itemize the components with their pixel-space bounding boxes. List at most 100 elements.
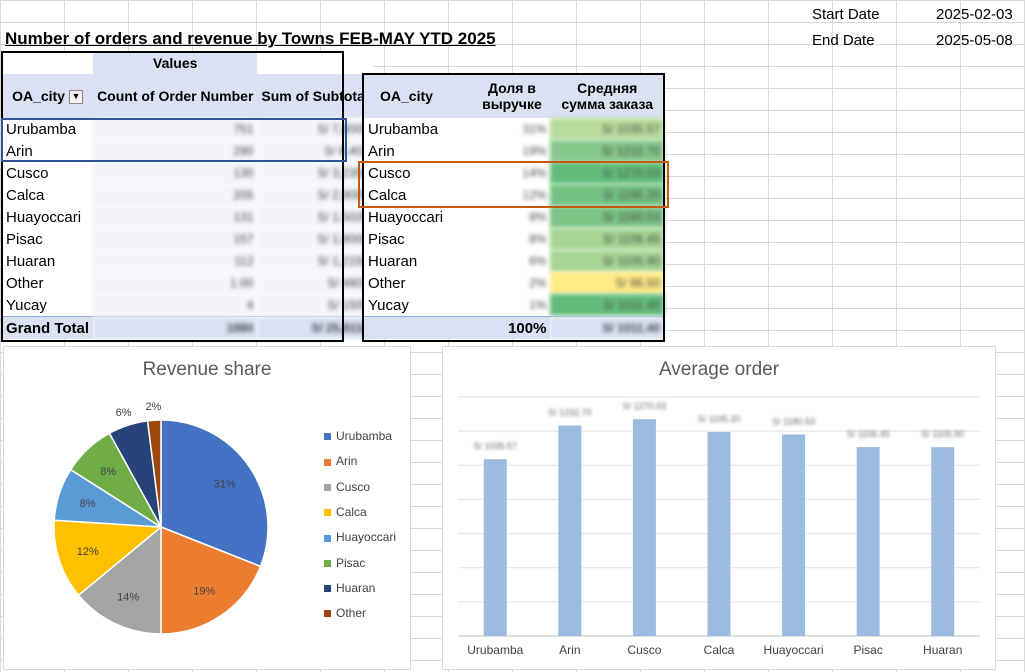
avg-cell[interactable]: S/ 1035.57 [550,118,664,140]
bar-urubamba[interactable] [483,459,507,636]
count-cell[interactable]: 4 [93,294,258,317]
avg-header[interactable]: Средняя сумма заказа [550,74,664,118]
end-date-label[interactable]: End Date [812,30,875,52]
city-cell[interactable]: Huaran [2,250,93,272]
grand-total-share[interactable]: 100% [473,316,551,339]
share-cell[interactable]: 12% [473,184,550,206]
table-row[interactable]: Other 2% S/ 96.50 [364,272,664,294]
legend-item-huaran[interactable]: Huaran [324,581,375,595]
share-cell[interactable]: 31% [473,118,550,140]
average-order-chart[interactable]: Average order S/ 1035.57 Urubamba S/ 1232.… [442,346,996,670]
city-cell[interactable]: Other [364,272,473,294]
start-date-label[interactable]: Start Date [812,4,880,26]
city-cell[interactable]: Yucay [2,294,93,317]
grand-total-label[interactable]: Grand Total [2,316,94,339]
table-row[interactable]: Other 1.00 S/ 4803 [2,272,373,294]
table-row[interactable]: Calca 12% S/ 1195.20 [364,184,664,206]
bar-pisac[interactable] [856,447,880,636]
table-row[interactable]: Huaran 112 S/ 1,2150 [2,250,373,272]
table-row[interactable]: Urubamba 31% S/ 1035.57 [364,118,664,140]
sheet-title[interactable]: Number of orders and revenue by Towns FE… [5,29,496,49]
legend-item-huayoccari[interactable]: Huayoccari [324,530,396,544]
sum-header[interactable]: Sum of Subtotal [257,74,373,118]
table-row[interactable]: Huaran 6% S/ 1105.90 [364,250,664,272]
legend-item-cusco[interactable]: Cusco [324,480,370,494]
table-row[interactable]: Huayoccari 8% S/ 1180.53 [364,206,664,228]
share-cell[interactable]: 2% [473,272,550,294]
table-row[interactable]: Cusco 130 S/ 3,2350 [2,162,373,184]
sum-cell[interactable]: S/ 1,8000 [257,228,373,250]
avg-cell[interactable]: S/ 1270.03 [550,162,664,184]
revenue-share-chart[interactable]: Revenue share 31% 19% 14% 12% 8% 8% 6% 2% Uruba… [3,346,411,670]
count-cell[interactable]: 205 [93,184,258,206]
city-cell[interactable]: Urubamba [2,118,93,140]
count-header[interactable]: Count of Order Number [93,74,258,118]
pivot-table-orders[interactable]: Values OA_city ▼ Count of Order Number Su… [2,52,373,339]
city-cell[interactable]: Huaran [364,250,473,272]
grand-total-count[interactable]: 1880 [93,316,258,339]
revenue-share-table[interactable]: OA_city Доля в выручке Средняя сумма зак… [364,74,664,339]
avg-cell[interactable]: S/ 1232.70 [550,140,664,162]
table-row[interactable]: Arin 19% S/ 1232.70 [364,140,664,162]
avg-cell[interactable]: S/ 1105.90 [550,250,664,272]
city-cell[interactable]: Cusco [364,162,473,184]
city-cell[interactable]: Arin [364,140,473,162]
avg-cell[interactable]: S/ 1180.53 [550,206,664,228]
count-cell[interactable]: 157 [93,228,258,250]
sum-cell[interactable]: S/ 2,9005 [257,184,373,206]
avg-cell[interactable]: S/ 1011.40 [550,294,664,317]
share-cell[interactable]: 6% [473,250,550,272]
count-cell[interactable]: 290 [93,140,258,162]
table-row[interactable]: Pisac 8% S/ 1106.45 [364,228,664,250]
table-row[interactable]: Pisac 157 S/ 1,8000 [2,228,373,250]
city-cell[interactable]: Pisac [364,228,473,250]
bar-cusco[interactable] [632,419,656,636]
legend-item-arin[interactable]: Arin [324,454,357,468]
sum-cell[interactable]: S/ 7,8000 [257,118,373,140]
bar-calca[interactable] [707,431,731,636]
city-cell[interactable]: Huayoccari [364,206,473,228]
city-cell[interactable]: Calca [2,184,93,206]
avg-cell[interactable]: S/ 1106.45 [550,228,664,250]
count-cell[interactable]: 112 [93,250,258,272]
filter-icon[interactable]: ▼ [68,90,83,105]
table-row[interactable]: Arin 290 S/ 6,407 [2,140,373,162]
sum-cell[interactable]: S/ 1500 [257,294,373,317]
table-row[interactable]: Cusco 14% S/ 1270.03 [364,162,664,184]
share-cell[interactable]: 19% [473,140,550,162]
table-row[interactable]: Calca 205 S/ 2,9005 [2,184,373,206]
grand-total-sum[interactable]: S/ 25,8110 [257,316,373,339]
legend-item-urubamba[interactable]: Urubamba [324,429,392,443]
bar-huaran[interactable] [931,447,955,636]
bar-arin[interactable] [558,425,582,636]
city-cell[interactable]: Calca [364,184,473,206]
count-cell[interactable]: 131 [93,206,258,228]
table-row[interactable]: Yucay 4 S/ 1500 [2,294,373,317]
city-header-2[interactable]: OA_city [364,74,474,118]
city-cell[interactable]: Arin [2,140,93,162]
count-cell[interactable]: 751 [93,118,258,140]
legend-item-pisac[interactable]: Pisac [324,556,365,570]
share-cell[interactable]: 1% [473,294,550,317]
city-cell[interactable]: Pisac [2,228,93,250]
table-row[interactable]: Urubamba 751 S/ 7,8000 [2,118,373,140]
start-date-value[interactable]: 2025-02-03 [936,4,1013,26]
share-header[interactable]: Доля в выручке [473,74,551,118]
legend-item-other[interactable]: Other [324,606,366,620]
avg-cell[interactable]: S/ 1195.20 [550,184,664,206]
legend-item-calca[interactable]: Calca [324,505,367,519]
share-cell[interactable]: 8% [473,206,550,228]
bar-huayoccari[interactable] [782,434,806,636]
sum-cell[interactable]: S/ 3,2350 [257,162,373,184]
city-cell[interactable]: Cusco [2,162,93,184]
end-date-value[interactable]: 2025-05-08 [936,30,1013,52]
sum-cell[interactable]: S/ 1,2150 [257,250,373,272]
sum-cell[interactable]: S/ 1,5020 [257,206,373,228]
city-cell[interactable]: Huayoccari [2,206,93,228]
grand-total-avg[interactable]: S/ 1011.40 [550,316,664,339]
city-cell[interactable]: Yucay [364,294,473,317]
share-cell[interactable]: 8% [473,228,550,250]
share-cell[interactable]: 14% [473,162,550,184]
table-row[interactable]: Yucay 1% S/ 1011.40 [364,294,664,317]
count-cell[interactable]: 130 [93,162,258,184]
